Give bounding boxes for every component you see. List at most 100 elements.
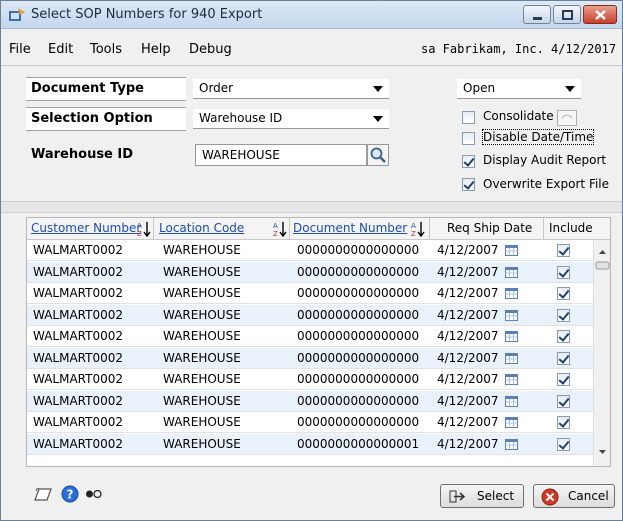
document-number-cell: 0000000000000001 <box>297 436 420 451</box>
menu-debug[interactable]: Debug <box>189 42 232 57</box>
sort-icon[interactable]: A Z <box>137 221 151 237</box>
customer-number-cell: WALMART0002 <box>33 286 123 300</box>
include-checkbox[interactable] <box>557 330 570 343</box>
calendar-icon[interactable] <box>505 309 518 321</box>
menu-tools[interactable]: Tools <box>90 42 122 57</box>
select-button-label: Select <box>477 489 515 503</box>
calendar-icon[interactable] <box>505 417 518 428</box>
lookup-icon[interactable] <box>367 144 389 166</box>
vertical-scrollbar[interactable] <box>593 240 610 466</box>
note-icon[interactable] <box>33 486 53 502</box>
menu-help[interactable]: Help <box>141 42 171 57</box>
scroll-thumb <box>595 261 610 270</box>
document-number-cell: 0000000000000000 <box>297 350 420 365</box>
consolidate-options-icon[interactable] <box>557 110 577 126</box>
location-code-cell: WAREHOUSE <box>163 329 241 343</box>
include-checkbox[interactable] <box>557 437 570 451</box>
document-number-cell: 0000000000000000 <box>297 286 420 300</box>
location-code-header[interactable]: Location Code <box>159 221 244 235</box>
maximize-button[interactable] <box>553 5 581 24</box>
req-ship-date-cell: 4/12/2007 <box>437 329 499 343</box>
table-row[interactable]: WALMART0002 WAREHOUSE 0000000000000000 4/12… <box>27 240 593 261</box>
display-audit-label: Display Audit Report <box>483 153 607 167</box>
chevron-down-icon <box>565 86 575 92</box>
location-code-cell: WAREHOUSE <box>163 264 241 279</box>
customer-number-header[interactable]: Customer Number <box>31 221 141 235</box>
overwrite-export-checkbox[interactable] <box>462 178 475 191</box>
req-ship-date-header: Req Ship Date <box>447 221 533 235</box>
location-code-cell: WAREHOUSE <box>163 243 241 257</box>
location-code-cell: WAREHOUSE <box>163 307 241 322</box>
include-checkbox[interactable] <box>557 394 570 408</box>
display-audit-checkbox[interactable] <box>462 155 475 168</box>
menu-file[interactable]: File <box>9 42 31 57</box>
scroll-up-icon <box>599 250 606 254</box>
table-row[interactable]: WALMART0002 WAREHOUSE 0000000000000000 4/12… <box>27 369 593 390</box>
calendar-icon[interactable] <box>505 438 518 450</box>
table-row[interactable]: WALMART0002 WAREHOUSE 0000000000000001 4/12… <box>27 433 593 455</box>
include-checkbox[interactable] <box>557 265 570 279</box>
req-ship-date-cell: 4/12/2007 <box>437 393 499 408</box>
section-divider <box>1 201 622 213</box>
table-row[interactable]: WALMART0002 WAREHOUSE 0000000000000000 4/12… <box>27 261 593 283</box>
customer-number-cell: WALMART0002 <box>33 436 123 451</box>
include-checkbox[interactable] <box>557 373 570 386</box>
calendar-icon[interactable] <box>505 245 518 256</box>
calendar-icon[interactable] <box>505 395 518 407</box>
include-checkbox[interactable] <box>557 308 570 322</box>
table-row[interactable]: WALMART0002 WAREHOUSE 0000000000000000 4/12… <box>27 390 593 412</box>
status-dropdown[interactable]: Open <box>457 79 581 99</box>
warehouse-id-label: Warehouse ID <box>31 147 134 162</box>
grid-header: Customer Number A Z Location Code A Z Do… <box>27 218 610 240</box>
include-checkbox[interactable] <box>557 244 570 257</box>
selection-option-dropdown[interactable]: Warehouse ID <box>193 109 389 129</box>
close-button[interactable] <box>583 5 617 24</box>
minimize-button[interactable] <box>523 5 551 24</box>
svg-text:A: A <box>273 222 278 230</box>
location-code-cell: WAREHOUSE <box>163 393 241 408</box>
sort-icon[interactable]: A Z <box>411 221 425 237</box>
warehouse-id-value: WAREHOUSE <box>202 148 280 162</box>
menu-edit[interactable]: Edit <box>48 42 73 57</box>
svg-text:A: A <box>411 222 416 230</box>
warehouse-id-input[interactable]: WAREHOUSE <box>195 144 367 166</box>
calendar-icon[interactable] <box>505 331 518 342</box>
scrollbar-track <box>595 250 610 454</box>
include-checkbox[interactable] <box>557 287 570 300</box>
sop-grid: Customer Number A Z Location Code A Z Do… <box>26 217 611 467</box>
calendar-icon[interactable] <box>505 288 518 299</box>
disable-datetime-checkbox[interactable] <box>462 132 475 145</box>
include-checkbox[interactable] <box>557 351 570 365</box>
header-separator <box>153 218 154 240</box>
title-bar: Select SOP Numbers for 940 Export <box>1 1 622 29</box>
table-row[interactable]: WALMART0002 WAREHOUSE 0000000000000000 4/12… <box>27 283 593 304</box>
customer-number-cell: WALMART0002 <box>33 372 123 386</box>
cancel-button[interactable]: Cancel <box>533 484 615 508</box>
customer-number-cell: WALMART0002 <box>33 264 123 279</box>
calendar-icon[interactable] <box>505 352 518 364</box>
table-row[interactable]: WALMART0002 WAREHOUSE 0000000000000000 4/12… <box>27 326 593 347</box>
table-row[interactable]: WALMART0002 WAREHOUSE 0000000000000000 4/12… <box>27 304 593 326</box>
menu-edit-label: Edit <box>48 42 74 57</box>
table-row[interactable]: WALMART0002 WAREHOUSE 0000000000000000 4/12… <box>27 347 593 369</box>
calendar-icon[interactable] <box>505 266 518 278</box>
select-button[interactable]: Select <box>440 484 524 508</box>
document-number-cell: 0000000000000000 <box>297 415 420 429</box>
customer-number-cell: WALMART0002 <box>33 393 123 408</box>
customer-number-cell: WALMART0002 <box>33 243 123 257</box>
help-icon[interactable]: ? <box>61 485 79 503</box>
table-row[interactable]: WALMART0002 WAREHOUSE 0000000000000000 4/12… <box>27 412 593 433</box>
sort-icon[interactable]: A Z <box>273 221 287 237</box>
svg-text:Z: Z <box>137 230 142 237</box>
consolidate-checkbox[interactable] <box>462 111 475 124</box>
location-code-cell: WAREHOUSE <box>163 415 241 429</box>
calendar-icon[interactable] <box>505 374 518 385</box>
include-checkbox[interactable] <box>557 416 570 429</box>
svg-text:A: A <box>137 222 142 230</box>
req-ship-date-cell: 4/12/2007 <box>437 264 499 279</box>
req-ship-date-cell: 4/12/2007 <box>437 243 499 257</box>
record-nav-icon[interactable] <box>85 488 103 500</box>
document-number-header[interactable]: Document Number <box>293 221 407 235</box>
chevron-down-icon <box>373 116 383 122</box>
document-type-dropdown[interactable]: Order <box>193 79 389 99</box>
